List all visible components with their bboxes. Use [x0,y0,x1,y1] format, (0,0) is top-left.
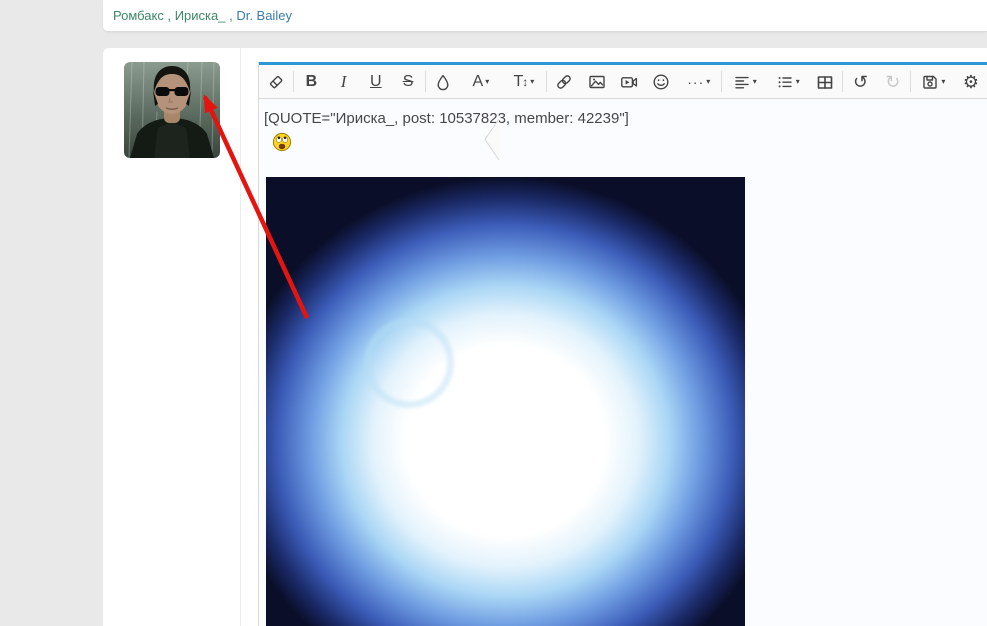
participant-link[interactable]: Ириска_ [175,8,226,23]
chevron-down-icon: ▾ [706,76,711,86]
font-family-button[interactable]: A ▾ [459,66,502,98]
table-icon [817,75,833,89]
italic-label: I [340,72,347,91]
smiley-icon [653,73,669,90]
quote-bbcode-text: [QUOTE="Ириска_, post: 10537823, member:… [264,110,629,127]
video-icon [621,76,638,88]
chevron-down-icon: ▾ [941,76,946,86]
toolbar-divider [293,71,295,92]
eraser-icon [270,75,283,88]
faint-glow-ring [364,318,454,408]
updown-arrow-icon: ↕ [522,74,529,89]
remove-format-button[interactable] [260,66,292,98]
ellipsis-icon: ··· [687,73,705,90]
confused-smiley-icon [272,132,292,152]
font-family-label: A [472,72,484,90]
alignment-button[interactable]: ▾ [723,66,766,98]
bold-label: B [305,72,318,90]
participant-link[interactable]: Dr. Bailey [236,8,292,23]
chevron-down-icon: ▾ [795,76,800,86]
underline-label: U [370,72,382,90]
emoji-line [264,132,982,153]
user-avatar-matrix[interactable] [124,62,220,158]
image-icon [588,75,605,88]
strikethrough-label: S [402,72,414,90]
avatar-column [103,48,241,626]
chevron-down-icon: ▾ [485,76,490,86]
insert-media-button[interactable] [613,66,645,98]
drafts-button[interactable]: ▾ [912,66,955,98]
toolbar-divider [842,71,844,92]
message-panel: B I U S A ▾ T ↕ ▾ ··· ▾ ▾ ▾ ↺ ↻ ▾ ⚙ [QUO… [103,48,987,626]
droplet-icon [437,74,449,90]
participant-separator: , [225,8,237,23]
insert-link-button[interactable] [548,66,580,98]
text-color-button[interactable] [427,66,459,98]
list-button[interactable]: ▾ [766,66,809,98]
editor-body[interactable]: [QUOTE="Ириска_, post: 10537823, member:… [259,99,987,626]
participants-bar: Ромбакс , Ириска_ , Dr. Bailey [103,0,987,32]
strikethrough-button[interactable]: S [392,66,424,98]
editor-toolbar: B I U S A ▾ T ↕ ▾ ··· ▾ ▾ ▾ ↺ ↻ ▾ ⚙ [259,65,987,99]
more-options-button[interactable]: ··· ▾ [677,66,720,98]
preferences-button[interactable]: ⚙ [955,66,987,98]
toolbar-divider [721,71,723,92]
floppy-icon [923,75,938,89]
undo-button[interactable]: ↺ [844,66,876,98]
insert-table-button[interactable] [809,66,841,98]
link-icon [557,74,572,89]
chevron-down-icon: ▾ [752,76,757,86]
font-size-button[interactable]: T ↕ ▾ [502,66,545,98]
bold-button[interactable]: B [295,66,327,98]
participant-link[interactable]: Ромбакс [113,8,164,23]
insert-image-button[interactable] [581,66,613,98]
gear-icon: ⚙ [962,71,980,92]
smilies-button[interactable] [645,66,677,98]
bubble-arrow [484,118,500,161]
italic-button[interactable]: I [327,66,359,98]
redo-icon: ↻ [885,71,901,92]
align-left-icon [735,76,749,88]
underline-button[interactable]: U [360,66,392,98]
toolbar-divider [909,71,911,92]
bullet-list-icon [778,76,792,87]
undo-icon: ↺ [852,71,869,92]
toolbar-divider [425,71,427,92]
toolbar-divider [546,71,548,92]
chevron-down-icon: ▾ [530,76,535,86]
redo-button[interactable]: ↻ [877,66,909,98]
participant-separator: , [163,8,175,23]
rich-text-editor: B I U S A ▾ T ↕ ▾ ··· ▾ ▾ ▾ ↺ ↻ ▾ ⚙ [QUO… [258,62,987,626]
message-content-cell: B I U S A ▾ T ↕ ▾ ··· ▾ ▾ ▾ ↺ ↻ ▾ ⚙ [QUO… [241,48,987,626]
attached-glow-image[interactable] [266,177,745,626]
